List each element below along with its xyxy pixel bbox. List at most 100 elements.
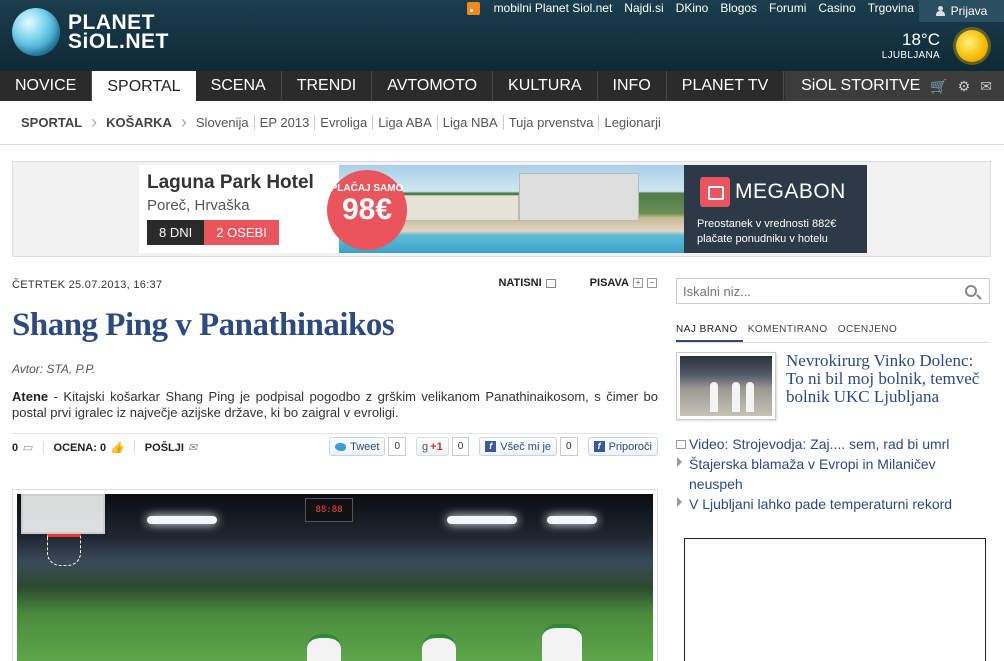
bag-icon	[700, 177, 730, 207]
sun-icon	[956, 30, 988, 62]
main-nav: NOVICE SPORTAL SCENA TRENDI AVTOMOTO KUL…	[0, 71, 1004, 101]
search-input[interactable]	[677, 283, 965, 299]
top-link-najdi[interactable]: Najdi.si	[624, 1, 663, 15]
facebook-like-button[interactable]: f Všeč mi je	[479, 437, 558, 456]
weather-widget[interactable]: 18°C LJUBLJANA	[882, 30, 940, 61]
rating[interactable]: OCENA: 0 👍	[44, 441, 135, 454]
facebook-icon: f	[593, 441, 605, 452]
nav-avtomoto[interactable]: AVTOMOTO	[372, 71, 494, 101]
featured-story[interactable]: Nevrokirurg Vinko Dolenc: To ni bil moj …	[676, 352, 990, 422]
top-link-forumi[interactable]: Forumi	[769, 1, 806, 15]
sidebar-tabs: NAJ BRANO KOMENTIRANO OCENJENO	[676, 322, 990, 343]
print-button[interactable]: NATISNI	[498, 277, 556, 289]
rss-icon[interactable]	[466, 1, 480, 15]
facebook-icon: f	[485, 441, 497, 452]
article-tools: NATISNI PISAVA + −	[464, 277, 657, 289]
ad-banner-container: Laguna Park Hotel Poreč, Hrvaška 8 DNI 2…	[12, 161, 991, 257]
nav-scena[interactable]: SCENA	[196, 71, 282, 101]
banner-copy-line1: Preostanek v vrednosti 882€	[697, 218, 837, 230]
twitter-icon	[335, 442, 347, 451]
envelope-icon: ✉	[187, 442, 198, 454]
top-link-casino[interactable]: Casino	[818, 1, 855, 15]
subnav-liga-nba[interactable]: Liga NBA	[436, 115, 503, 130]
sidebar-ad[interactable]	[684, 538, 986, 661]
thumb-icon: 👍	[110, 442, 124, 454]
font-size-control: PISAVA + −	[590, 277, 657, 289]
tab-naj-brano[interactable]: NAJ BRANO	[676, 322, 743, 342]
scoreboard: 88:88	[305, 498, 353, 522]
site-logo[interactable]: PLANET SiOL.NET	[12, 8, 169, 56]
banner-hotel-name: Laguna Park Hotel	[147, 172, 314, 193]
backboard	[21, 494, 105, 534]
logo-line2: SiOL.NET	[68, 30, 169, 53]
comments-count[interactable]: 0 ▭	[12, 441, 44, 454]
subnav-evroliga[interactable]: Evroliga	[314, 115, 372, 130]
cart-icon[interactable]: 🛒	[930, 78, 947, 95]
top-link-trgovina[interactable]: Trgovina	[868, 1, 914, 15]
subnav-liga-aba[interactable]: Liga ABA	[372, 115, 437, 130]
list-item[interactable]: V Ljubljani lahko pade temperaturni reko…	[676, 494, 990, 514]
subnav-legionarji[interactable]: Legionarji	[598, 115, 665, 130]
chevron-right-icon: ›	[91, 112, 98, 132]
featured-title[interactable]: Nevrokirurg Vinko Dolenc: To ni bil moj …	[786, 352, 990, 406]
article-photo[interactable]: 88:88	[12, 489, 658, 661]
list-item[interactable]: Video: Strojevodja: Zaj.... sem, rad bi …	[676, 434, 990, 454]
nav-novice[interactable]: NOVICE	[0, 71, 93, 101]
banner-hotel-photo: PLAČAJ SAMO 98€	[327, 165, 684, 253]
tweet-count: 0	[388, 437, 407, 456]
tweet-button[interactable]: Tweet	[329, 437, 386, 456]
nav-kultura[interactable]: KULTURA	[493, 71, 598, 101]
list-item[interactable]: Štajerska blamaža v Evropi in Milaničev …	[676, 454, 990, 494]
top-link-blogos[interactable]: Blogos	[720, 1, 757, 15]
breadcrumb-sportal[interactable]: SPORTAL	[21, 115, 82, 130]
print-icon	[545, 278, 556, 288]
ad-banner[interactable]: Laguna Park Hotel Poreč, Hrvaška 8 DNI 2…	[139, 165, 867, 253]
banner-price: 98€	[341, 193, 393, 226]
search-icon[interactable]	[965, 285, 977, 297]
send-button[interactable]: POŠLJI ✉	[135, 441, 207, 455]
article-title: Shang Ping v Panathinaikos	[12, 307, 395, 343]
player	[422, 634, 456, 661]
weather-city: LJUBLJANA	[881, 50, 940, 61]
nav-sportal[interactable]: SPORTAL	[92, 71, 196, 101]
featured-thumbnail[interactable]	[676, 352, 776, 420]
banner-location: Poreč, Hrvaška	[147, 197, 250, 214]
minus-icon[interactable]: −	[647, 278, 657, 288]
top-link-mobile[interactable]: mobilni Planet Siol.net	[494, 1, 613, 15]
lead-text: - Kitajski košarkar Shang Ping je podpis…	[12, 389, 658, 420]
login-button[interactable]: Prijava	[919, 0, 1004, 22]
banner-copy-line2: plačate ponudniku v hotelu	[697, 233, 828, 245]
site-header: PLANET SiOL.NET mobilni Planet Siol.net …	[0, 0, 1004, 71]
article-author: Avtor: STA, P.P.	[12, 362, 96, 376]
banner-tag-days: 8 DNI	[147, 220, 205, 245]
tab-ocenjeno[interactable]: OCENJENO	[838, 322, 903, 342]
user-icon	[935, 6, 945, 16]
breadcrumb-kosarka[interactable]: KOŠARKA	[106, 115, 172, 130]
gplus-button[interactable]: g +1	[416, 437, 449, 456]
nav-planet-tv[interactable]: PLANET TV	[667, 71, 785, 101]
article-lead: Atene - Kitajski košarkar Shang Ping je …	[12, 389, 658, 421]
top-link-dkino[interactable]: DKino	[676, 1, 709, 15]
tab-komentirano[interactable]: KOMENTIRANO	[748, 322, 833, 342]
gear-icon[interactable]: ⚙	[958, 78, 971, 95]
top-links: mobilni Planet Siol.net Najdi.si DKino B…	[466, 1, 914, 15]
subnav-ep-2013[interactable]: EP 2013	[253, 115, 315, 130]
player	[542, 624, 582, 661]
nav-siol-storitve[interactable]: SiOL STORITVE 🛒 ⚙ ✉	[785, 71, 1004, 101]
subnav-tuja-prvenstva[interactable]: Tuja prvenstva	[502, 115, 599, 130]
arena-image: 88:88	[17, 494, 653, 661]
nav-trendi[interactable]: TRENDI	[282, 71, 373, 101]
banner-brand: MEGABON	[735, 180, 846, 203]
plus-icon[interactable]: +	[633, 278, 643, 288]
chevron-right-icon: ›	[180, 112, 187, 132]
article-date: ČETRTEK 25.07.2013, 16:37	[12, 279, 163, 291]
lead-place: Atene	[12, 389, 49, 404]
mail-icon[interactable]: ✉	[980, 78, 992, 95]
facebook-share-button[interactable]: f Priporoči	[587, 437, 658, 456]
subnav-slovenija[interactable]: Slovenija	[196, 115, 254, 130]
gplus-icon: g	[422, 440, 429, 453]
banner-price-badge: PLAČAJ SAMO 98€	[327, 170, 407, 250]
sub-nav: SPORTAL › KOŠARKA › Slovenija EP 2013 Ev…	[0, 101, 1004, 145]
nav-info[interactable]: INFO	[598, 71, 667, 101]
news-list: Video: Strojevodja: Zaj.... sem, rad bi …	[676, 434, 990, 514]
